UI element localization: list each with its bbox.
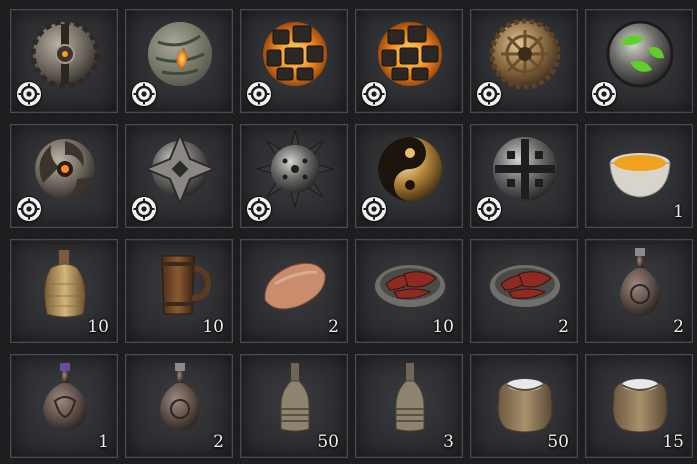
inventory-slot[interactable]	[240, 9, 348, 113]
socket-badge-icon	[477, 197, 501, 221]
wrapped-bottle-icon	[370, 359, 450, 439]
inventory-slot[interactable]: 10	[355, 239, 463, 343]
inventory-slot[interactable]: 1	[10, 354, 118, 458]
inventory-slot[interactable]: 2	[470, 239, 578, 343]
inventory-slot[interactable]	[470, 9, 578, 113]
inventory-slot[interactable]	[355, 9, 463, 113]
inventory-slot[interactable]	[355, 124, 463, 228]
item-quantity: 10	[87, 317, 109, 337]
inventory-slot[interactable]	[10, 9, 118, 113]
item-quantity: 10	[202, 317, 224, 337]
inventory-slot[interactable]	[240, 124, 348, 228]
socket-badge-icon	[17, 197, 41, 221]
socket-badge-icon	[592, 82, 616, 106]
wicker-jug-icon	[25, 244, 105, 324]
clay-flask-icon	[600, 244, 680, 324]
inventory-slot[interactable]	[125, 9, 233, 113]
inventory-slot[interactable]: 2	[125, 354, 233, 458]
socket-badge-icon	[362, 82, 386, 106]
socket-badge-icon	[477, 82, 501, 106]
item-quantity: 2	[213, 432, 224, 452]
socket-badge-icon	[362, 197, 386, 221]
meat-platter-icon	[485, 244, 565, 324]
wrapped-bottle-icon	[255, 359, 335, 439]
inventory-slot[interactable]	[470, 124, 578, 228]
salt-sack-icon	[485, 359, 565, 439]
inventory-grid: 1 10 10 2 10 2 2 1 2 50 3 50 15	[0, 0, 697, 464]
inventory-slot[interactable]	[585, 9, 693, 113]
item-quantity: 2	[673, 317, 684, 337]
inventory-slot[interactable]: 2	[240, 239, 348, 343]
inventory-slot[interactable]: 1	[585, 124, 693, 228]
item-quantity: 50	[317, 432, 339, 452]
purple-cork-flask-icon	[25, 359, 105, 439]
item-quantity: 2	[328, 317, 339, 337]
inventory-slot[interactable]: 15	[585, 354, 693, 458]
item-quantity: 1	[673, 202, 684, 222]
socket-badge-icon	[132, 197, 156, 221]
inventory-slot[interactable]: 2	[585, 239, 693, 343]
socket-badge-icon	[132, 82, 156, 106]
inventory-slot[interactable]	[10, 124, 118, 228]
salt-sack-icon	[600, 359, 680, 439]
clay-flask-icon	[140, 359, 220, 439]
socket-badge-icon	[247, 82, 271, 106]
item-quantity: 50	[547, 432, 569, 452]
bread-loaf-icon	[255, 244, 335, 324]
soup-bowl-icon	[600, 129, 680, 209]
inventory-slot[interactable]: 3	[355, 354, 463, 458]
socket-badge-icon	[247, 197, 271, 221]
item-quantity: 1	[98, 432, 109, 452]
item-quantity: 3	[443, 432, 454, 452]
wooden-tankard-icon	[140, 244, 220, 324]
inventory-slot[interactable]: 10	[125, 239, 233, 343]
item-quantity: 2	[558, 317, 569, 337]
item-quantity: 10	[432, 317, 454, 337]
meat-platter-icon	[370, 244, 450, 324]
inventory-slot[interactable]: 50	[470, 354, 578, 458]
inventory-slot[interactable]	[125, 124, 233, 228]
inventory-slot[interactable]: 10	[10, 239, 118, 343]
socket-badge-icon	[17, 82, 41, 106]
inventory-slot[interactable]: 50	[240, 354, 348, 458]
item-quantity: 15	[662, 432, 684, 452]
